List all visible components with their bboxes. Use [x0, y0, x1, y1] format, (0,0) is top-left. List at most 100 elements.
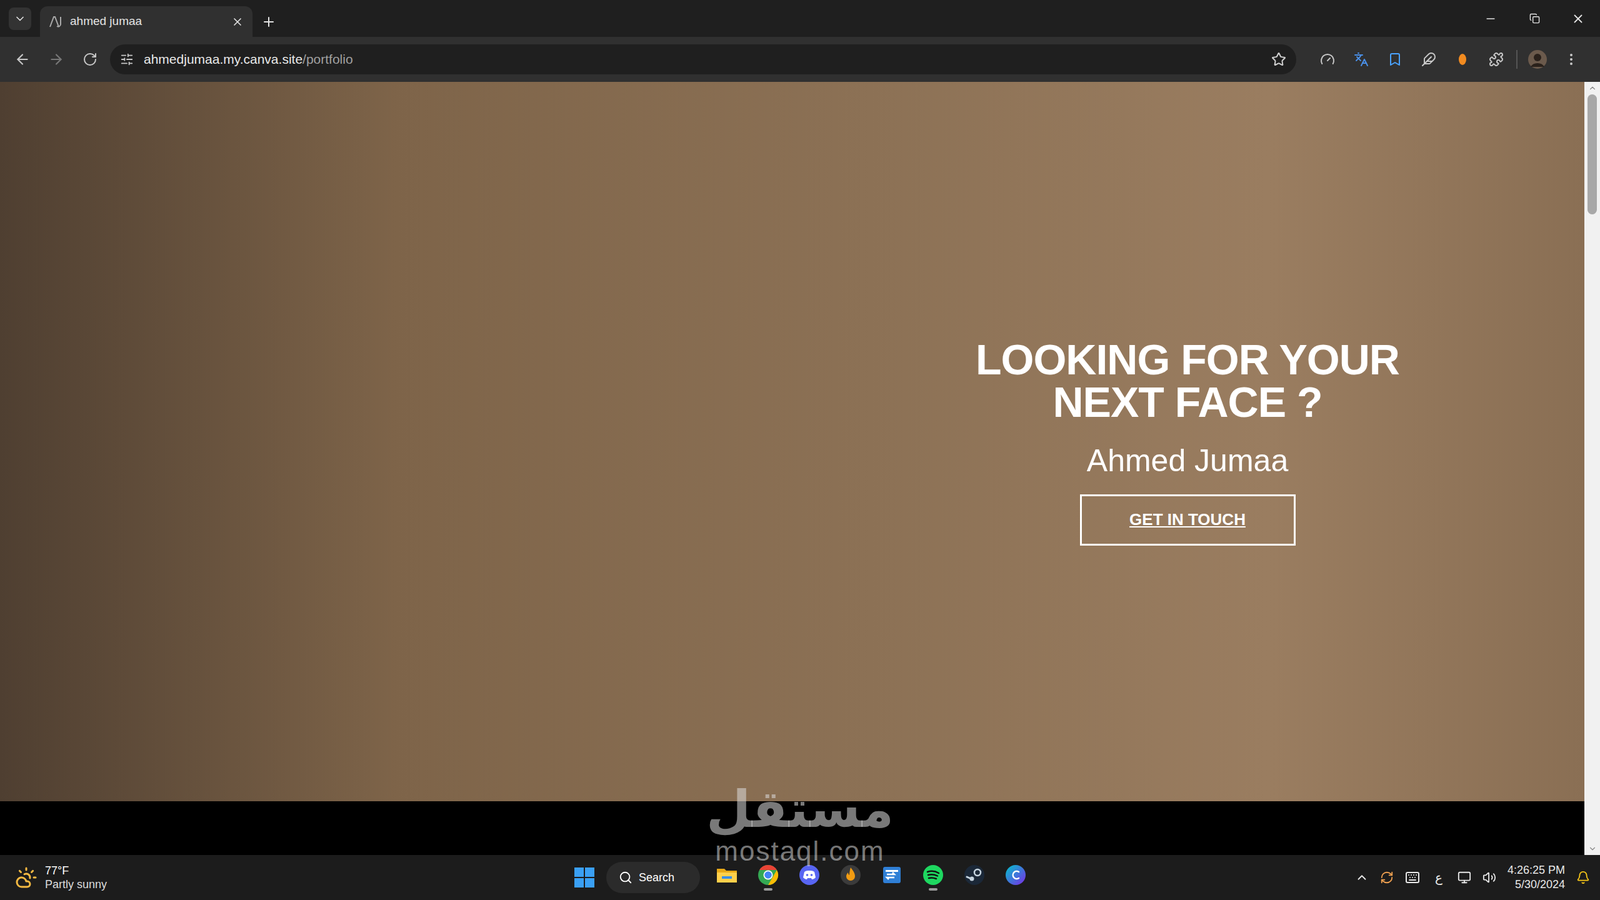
- notification-bell-icon[interactable]: [1576, 870, 1590, 885]
- search-label: Search: [638, 869, 675, 887]
- reload-button[interactable]: [76, 45, 104, 74]
- hero-heading: LOOKING FOR YOURNEXT FACE ?: [975, 338, 1400, 424]
- taskbar-app[interactable]: [790, 856, 829, 899]
- remote-app-icon: [881, 864, 903, 886]
- profile-button[interactable]: [1523, 45, 1552, 74]
- extension-button[interactable]: [1313, 45, 1342, 74]
- tab-search-button[interactable]: [8, 7, 32, 30]
- url: ahmedjumaa.my.canva.site/portfolio: [143, 49, 1262, 70]
- get-in-touch-button[interactable]: GET IN TOUCH: [1080, 494, 1296, 546]
- weather-widget[interactable]: 77°FPartly sunny: [0, 863, 565, 892]
- site-favicon-icon: [48, 15, 63, 29]
- orange-dot-icon: [1457, 52, 1468, 67]
- extensions-button[interactable]: [1482, 45, 1510, 74]
- chevron-down-icon: [13, 12, 27, 25]
- running-indicator: [722, 887, 732, 890]
- system-tray: ع 4:26:25 PM5/30/2024: [1035, 863, 1600, 893]
- extension-button[interactable]: [1448, 45, 1477, 74]
- puzzle-icon: [1488, 51, 1504, 67]
- running-indicator: [805, 888, 814, 891]
- hero-content: LOOKING FOR YOURNEXT FACE ? Ahmed Jumaa GE…: [937, 338, 1438, 546]
- extension-button[interactable]: [1415, 45, 1443, 74]
- file-explorer-icon: [715, 865, 739, 885]
- keyboard-icon[interactable]: [1405, 870, 1420, 885]
- search-icon: [618, 870, 633, 885]
- watermark: مستقلmostaql.com: [675, 781, 925, 865]
- bookmark-icon: [1387, 51, 1403, 67]
- spotify-icon: [922, 864, 944, 886]
- menu-button[interactable]: [1557, 45, 1585, 74]
- taskbar: 77°FPartly sunny Search ع 4:26:25 PM5/30/20…: [0, 855, 1600, 900]
- steam-icon: [963, 864, 985, 886]
- taskbar-app[interactable]: [913, 856, 953, 899]
- clock[interactable]: 4:26:25 PM5/30/2024: [1507, 863, 1565, 893]
- hero-section: LOOKING FOR YOURNEXT FACE ? Ahmed Jumaa GE…: [0, 81, 1585, 802]
- screen: ahmed jumaa ahmedjumaa.my.canva.site/port…: [0, 0, 1600, 900]
- sync-icon[interactable]: [1380, 870, 1394, 885]
- taskbar-search[interactable]: Search: [606, 861, 700, 894]
- scrollbar-thumb[interactable]: [1587, 94, 1597, 215]
- scroll-down-icon[interactable]: [1588, 844, 1597, 854]
- show-hidden-icons-icon[interactable]: [1355, 870, 1369, 885]
- taskbar-app[interactable]: [872, 856, 912, 899]
- chrome-icon: [757, 864, 779, 886]
- clock-date: 5/30/2024: [1515, 877, 1565, 892]
- running-indicator: [763, 888, 773, 891]
- page-footer-strip: [0, 801, 1585, 855]
- watermark-arabic: مستقل: [706, 781, 894, 838]
- close-window-button[interactable]: [1556, 0, 1600, 37]
- taskbar-app[interactable]: [955, 856, 994, 899]
- site-settings-icon[interactable]: [120, 52, 134, 67]
- web-page: LOOKING FOR YOURNEXT FACE ? Ahmed Jumaa GE…: [0, 81, 1600, 855]
- feather-icon: [1421, 51, 1437, 67]
- volume-icon[interactable]: [1482, 870, 1497, 885]
- bookmark-star-icon[interactable]: [1271, 51, 1287, 67]
- discord-icon: [798, 864, 820, 886]
- running-indicator: [970, 888, 979, 891]
- clock-time: 4:26:25 PM: [1507, 863, 1565, 878]
- running-indicator: [1011, 888, 1020, 891]
- weather-temperature: 77°F: [45, 863, 107, 879]
- gauge-icon: [1320, 51, 1335, 67]
- extension-button[interactable]: [1347, 45, 1375, 74]
- taskbar-app[interactable]: [707, 856, 747, 899]
- scroll-up-icon[interactable]: [1588, 83, 1597, 93]
- start-button[interactable]: [565, 858, 604, 897]
- profile-avatar-icon: [1528, 50, 1547, 69]
- window-controls: [1468, 0, 1600, 37]
- extensions: [1313, 45, 1585, 74]
- hero-name: Ahmed Jumaa: [1086, 441, 1289, 480]
- running-indicator: [887, 888, 897, 891]
- watermark-latin: mostaql.com: [715, 837, 885, 865]
- running-indicator: [928, 888, 938, 891]
- back-arrow-icon: [14, 51, 31, 68]
- taskbar-app[interactable]: [831, 856, 870, 899]
- restore-button[interactable]: [1512, 0, 1557, 37]
- flame-app-icon: [840, 864, 862, 886]
- minimize-button[interactable]: [1468, 0, 1513, 37]
- weather-condition: Partly sunny: [45, 877, 107, 892]
- reload-icon: [82, 51, 98, 67]
- forward-button[interactable]: [42, 45, 70, 74]
- weather-icon: [15, 866, 38, 889]
- taskbar-center: Search: [565, 856, 1035, 899]
- kebab-icon: [1563, 51, 1579, 67]
- canva-icon: [1005, 864, 1027, 886]
- translate-icon: [1353, 51, 1369, 67]
- network-icon[interactable]: [1457, 870, 1472, 885]
- taskbar-app[interactable]: [996, 856, 1035, 899]
- browser-tab[interactable]: ahmed jumaa: [40, 6, 253, 37]
- extension-button[interactable]: [1381, 45, 1409, 74]
- windows-logo-icon: [573, 866, 595, 889]
- input-language[interactable]: ع: [1431, 868, 1447, 887]
- new-tab-icon[interactable]: [261, 14, 277, 30]
- scrollbar[interactable]: [1584, 81, 1600, 855]
- taskbar-app[interactable]: [748, 856, 788, 899]
- forward-arrow-icon: [48, 51, 65, 68]
- running-indicator: [846, 888, 855, 891]
- back-button[interactable]: [8, 45, 37, 74]
- close-tab-icon[interactable]: [231, 15, 244, 29]
- address-bar[interactable]: ahmedjumaa.my.canva.site/portfolio: [110, 44, 1297, 75]
- tab-strip: ahmed jumaa: [0, 0, 1600, 37]
- tab-title: ahmed jumaa: [70, 12, 224, 31]
